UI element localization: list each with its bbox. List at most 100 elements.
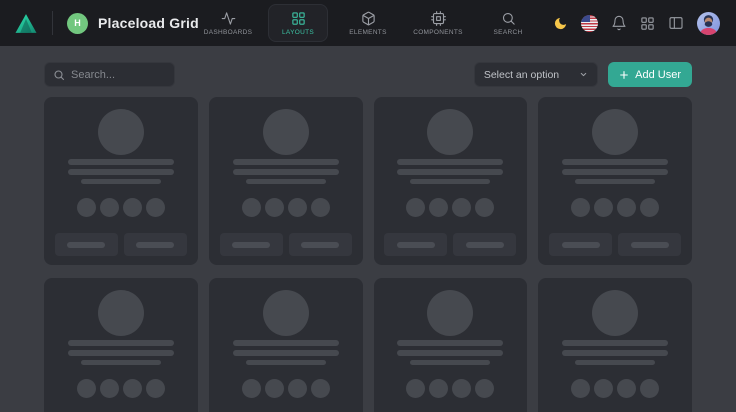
dot-placeholder — [242, 379, 261, 398]
avatar-placeholder — [592, 290, 638, 336]
dot-placeholder — [429, 198, 448, 217]
button-label-placeholder — [631, 242, 669, 248]
button-label-placeholder — [562, 242, 600, 248]
button-label-placeholder — [232, 242, 270, 248]
dots-placeholder-row — [242, 379, 330, 398]
dot-placeholder — [429, 379, 448, 398]
header-actions — [551, 10, 722, 37]
text-line-placeholder — [562, 159, 668, 165]
nav-label: LAYOUTS — [282, 29, 314, 36]
dot-placeholder — [311, 198, 330, 217]
text-line-placeholder — [397, 340, 503, 346]
dot-placeholder — [100, 198, 119, 217]
avatar-placeholder — [592, 109, 638, 155]
notifications-button[interactable] — [609, 13, 629, 33]
moon-icon — [553, 16, 568, 31]
placeholder-card — [374, 278, 528, 412]
dot-placeholder — [123, 379, 142, 398]
dot-placeholder — [265, 198, 284, 217]
text-line-placeholder — [410, 179, 490, 184]
user-menu-button[interactable] — [695, 10, 722, 37]
dot-placeholder — [571, 379, 590, 398]
dot-placeholder — [640, 379, 659, 398]
dot-placeholder — [265, 379, 284, 398]
button-placeholder — [549, 233, 612, 256]
toolbar: Select an option Add User — [44, 62, 692, 87]
search-icon — [53, 69, 65, 81]
top-navbar: H Placeload Grid DASHBOARDS LAYOUTS ELEM… — [0, 0, 736, 46]
avatar-placeholder — [98, 109, 144, 155]
page-title: Placeload Grid — [98, 15, 199, 31]
toolbar-right: Select an option Add User — [474, 62, 692, 87]
dot-placeholder — [617, 379, 636, 398]
placeholder-card — [44, 97, 198, 265]
text-line-placeholder — [233, 169, 339, 175]
dot-placeholder — [452, 198, 471, 217]
main-content: Select an option Add User — [0, 62, 736, 412]
text-line-placeholder — [562, 340, 668, 346]
brand-logo-icon[interactable] — [14, 13, 38, 34]
dot-placeholder — [77, 198, 96, 217]
user-avatar — [697, 12, 720, 35]
placeholder-card — [538, 278, 692, 412]
placeholder-card — [209, 278, 363, 412]
nav-item-components[interactable]: COMPONENTS — [408, 4, 468, 42]
dot-placeholder — [100, 379, 119, 398]
text-line-placeholder — [233, 350, 339, 356]
text-line-placeholder — [397, 350, 503, 356]
nav-item-search[interactable]: SEARCH — [478, 4, 538, 42]
dot-placeholder — [406, 379, 425, 398]
dots-placeholder-row — [406, 198, 494, 217]
text-line-placeholder — [562, 169, 668, 175]
button-placeholder — [289, 233, 352, 256]
theme-toggle-button[interactable] — [551, 14, 570, 33]
nav-item-dashboards[interactable]: DASHBOARDS — [198, 4, 258, 42]
plus-icon — [619, 70, 629, 80]
dots-placeholder-row — [406, 379, 494, 398]
search-input[interactable] — [71, 69, 166, 81]
add-user-button[interactable]: Add User — [608, 62, 692, 87]
language-button[interactable] — [579, 13, 600, 34]
avatar-placeholder — [427, 290, 473, 336]
text-line-placeholder — [562, 350, 668, 356]
search-box — [44, 62, 175, 87]
nav-item-layouts[interactable]: LAYOUTS — [268, 4, 328, 42]
nav-label: COMPONENTS — [413, 29, 463, 36]
select-value: Select an option — [484, 69, 559, 81]
add-user-label: Add User — [635, 69, 681, 81]
buttons-placeholder-row — [549, 233, 681, 256]
button-placeholder — [384, 233, 447, 256]
layout-grid-icon — [291, 11, 306, 26]
button-placeholder — [453, 233, 516, 256]
nav-label: DASHBOARDS — [204, 29, 253, 36]
text-line-placeholder — [575, 179, 655, 184]
text-line-placeholder — [246, 179, 326, 184]
panel-toggle-button[interactable] — [666, 13, 686, 33]
placeholder-card — [538, 97, 692, 265]
option-select[interactable]: Select an option — [474, 62, 598, 87]
text-line-placeholder — [410, 360, 490, 365]
nav-item-elements[interactable]: ELEMENTS — [338, 4, 398, 42]
button-placeholder — [124, 233, 187, 256]
text-line-placeholder — [81, 360, 161, 365]
dot-placeholder — [311, 379, 330, 398]
button-label-placeholder — [301, 242, 339, 248]
placeholder-card — [209, 97, 363, 265]
text-line-placeholder — [575, 360, 655, 365]
apps-button[interactable] — [638, 14, 657, 33]
dot-placeholder — [475, 198, 494, 217]
cpu-icon — [431, 11, 446, 26]
button-label-placeholder — [136, 242, 174, 248]
button-label-placeholder — [466, 242, 504, 248]
main-nav: DASHBOARDS LAYOUTS ELEMENTS COMPONENTS S… — [198, 0, 538, 46]
button-placeholder — [55, 233, 118, 256]
text-line-placeholder — [68, 169, 174, 175]
dots-placeholder-row — [571, 379, 659, 398]
buttons-placeholder-row — [55, 233, 187, 256]
text-line-placeholder — [246, 360, 326, 365]
buttons-placeholder-row — [220, 233, 352, 256]
cards-grid — [44, 97, 692, 412]
dot-placeholder — [475, 379, 494, 398]
dots-placeholder-row — [77, 379, 165, 398]
nav-label: SEARCH — [494, 29, 523, 36]
